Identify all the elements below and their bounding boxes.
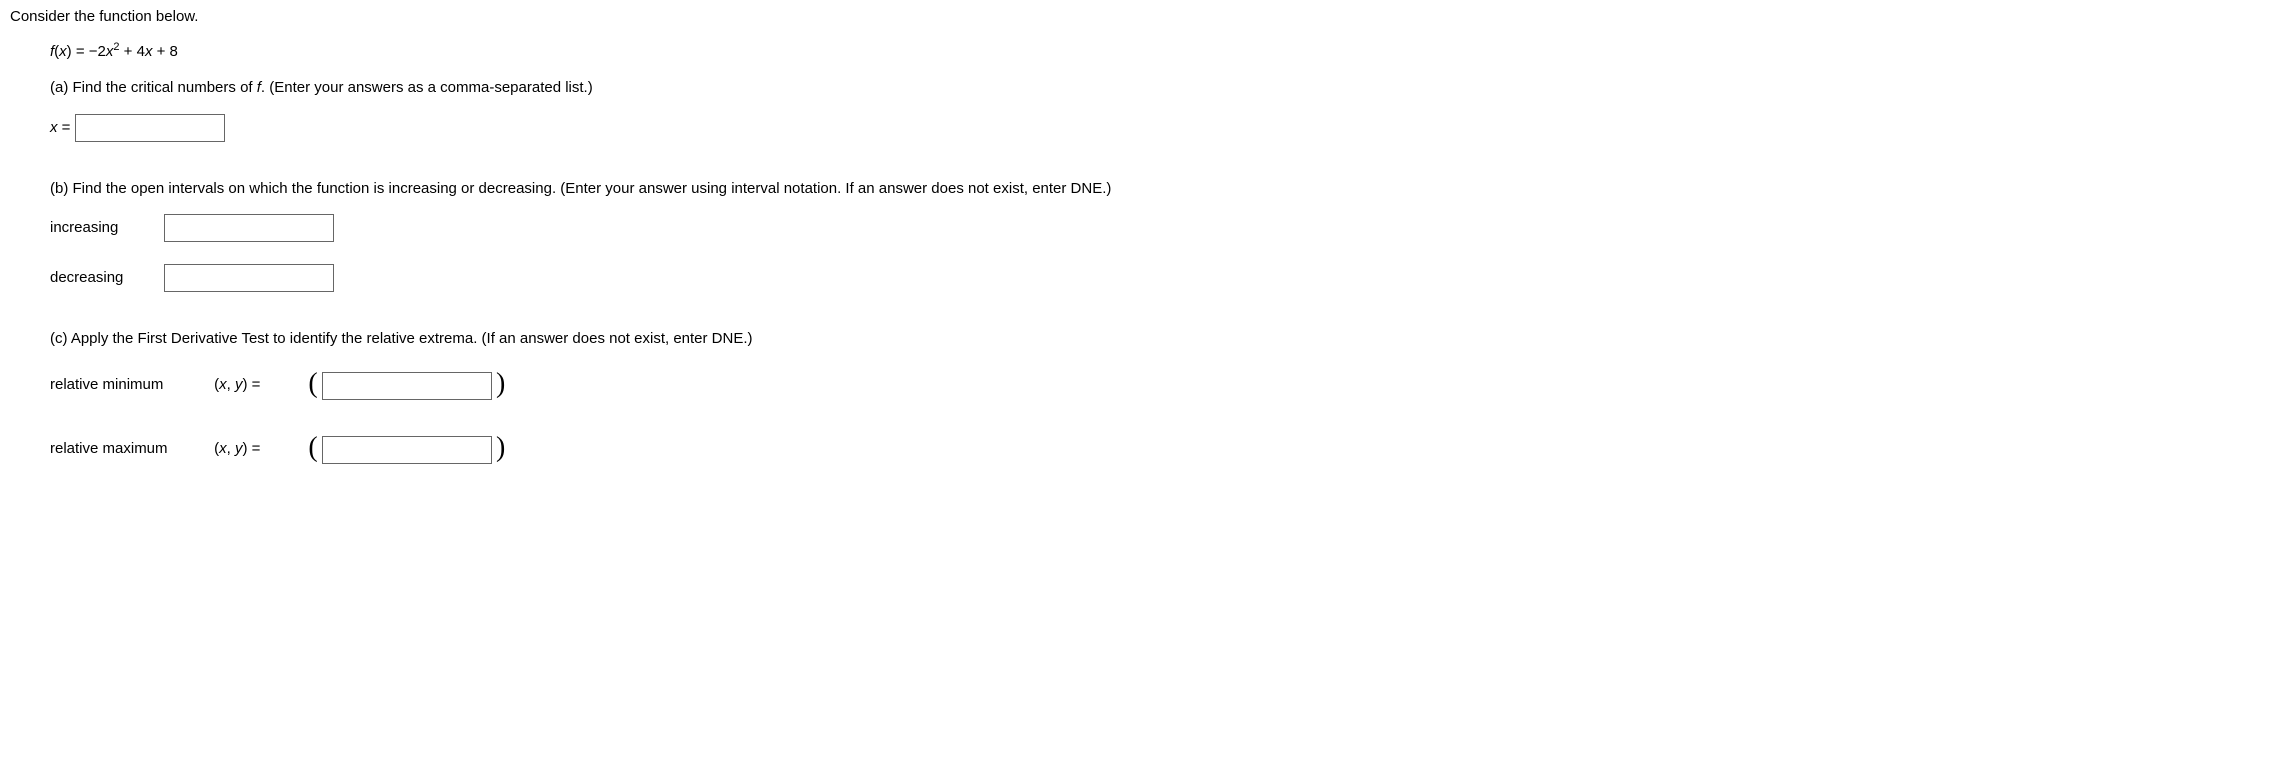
increasing-label: increasing xyxy=(50,217,160,240)
relative-maximum-input[interactable] xyxy=(322,436,492,464)
relative-minimum-label: relative minimum xyxy=(50,374,210,397)
increasing-input[interactable] xyxy=(164,214,334,242)
part-a-prompt: (a) Find the critical numbers of f. (Ent… xyxy=(50,77,2272,100)
x-equals-label: x xyxy=(50,118,58,135)
part-a-answer-row: x = xyxy=(50,114,2272,142)
increasing-row: increasing xyxy=(50,214,2272,242)
decreasing-input[interactable] xyxy=(164,264,334,292)
relative-maximum-label: relative maximum xyxy=(50,438,210,461)
close-paren-icon: ) xyxy=(496,368,505,399)
open-paren-icon: ( xyxy=(308,432,317,463)
open-paren-icon: ( xyxy=(308,368,317,399)
part-b-prompt: (b) Find the open intervals on which the… xyxy=(50,178,2272,201)
part-c-prompt: (c) Apply the First Derivative Test to i… xyxy=(50,328,2272,351)
xy-equals: (x, y) = xyxy=(214,374,304,397)
xy-equals: (x, y) = xyxy=(214,438,304,461)
critical-numbers-input[interactable] xyxy=(75,114,225,142)
relative-minimum-row: relative minimum (x, y) = ( ) xyxy=(50,365,2272,407)
intro-text: Consider the function below. xyxy=(10,6,2272,29)
decreasing-row: decreasing xyxy=(50,264,2272,292)
function-expression: f(x) = −2x2 + 4x + 8 xyxy=(50,39,2272,64)
decreasing-label: decreasing xyxy=(50,267,160,290)
close-paren-icon: ) xyxy=(496,432,505,463)
relative-maximum-row: relative maximum (x, y) = ( ) xyxy=(50,429,2272,471)
relative-minimum-input[interactable] xyxy=(322,372,492,400)
